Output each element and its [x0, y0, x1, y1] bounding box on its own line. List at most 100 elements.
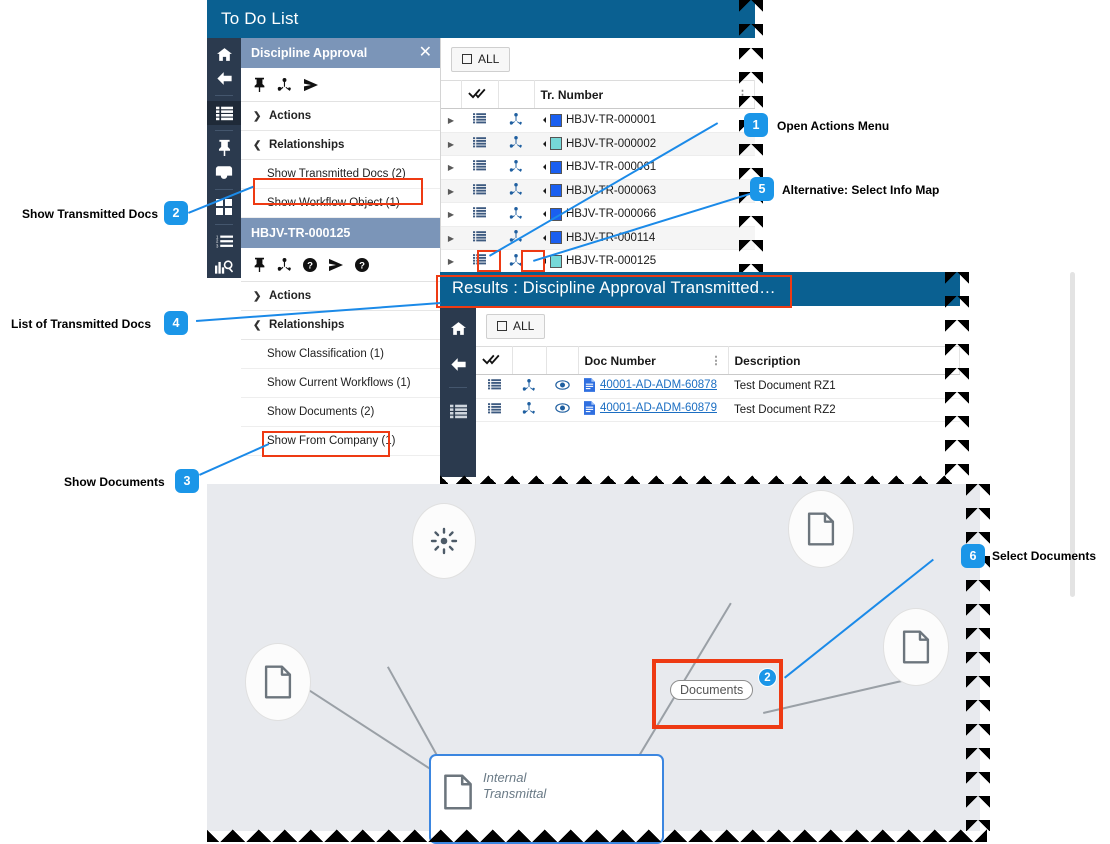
relationship-show-from-company[interactable]: Show From Company (1): [241, 427, 440, 456]
document-node-top[interactable]: [788, 490, 854, 568]
transmittal-entry: HBJV-TR-000001: [540, 113, 656, 127]
sidebar-item-list[interactable]: [441, 393, 475, 429]
tr-number-col-header[interactable]: Tr. Number ⋮: [534, 80, 755, 109]
send-icon[interactable]: [303, 78, 319, 92]
expand-cell[interactable]: ▶: [441, 226, 461, 250]
info-map-icon[interactable]: [277, 257, 292, 272]
chevron-right-icon: ❯: [253, 110, 262, 122]
sidebar-item-pin[interactable]: [207, 136, 241, 160]
chevron-right-icon: ❯: [253, 290, 262, 302]
row-menu-cell[interactable]: [461, 226, 498, 250]
expand-cell[interactable]: ▶: [441, 179, 461, 203]
close-icon[interactable]: ✕: [419, 45, 432, 61]
row-preview-cell[interactable]: [546, 398, 578, 422]
send-icon[interactable]: [328, 258, 344, 272]
row-infomap-cell[interactable]: [512, 374, 546, 399]
row-infomap-cell[interactable]: [498, 155, 534, 180]
relationship-show-documents[interactable]: Show Documents (2): [241, 398, 440, 427]
table-row[interactable]: ▶ HBJV-TR-000114: [441, 226, 755, 250]
relationship-show-workflow-object[interactable]: Show Workflow Object (1): [241, 189, 440, 218]
table-row[interactable]: 40001-AD-ADM-60878 Test Document RZ1: [476, 374, 960, 399]
row-infomap-cell[interactable]: [498, 108, 534, 133]
row-menu-cell[interactable]: [476, 374, 512, 399]
arrow-dot-icon: [540, 187, 546, 194]
tr-number-cell[interactable]: HBJV-TR-000002: [534, 132, 755, 156]
tr-number-cell[interactable]: HBJV-TR-000125: [534, 249, 755, 274]
kebab-menu-icon[interactable]: ⋮: [711, 354, 722, 367]
relationship-show-transmitted-docs[interactable]: Show Transmitted Docs (2): [241, 160, 440, 189]
relationship-show-current-workflows[interactable]: Show Current Workflows (1): [241, 369, 440, 398]
expand-cell[interactable]: ▶: [441, 202, 461, 227]
expand-cell[interactable]: ▶: [441, 249, 461, 274]
doc-number-link[interactable]: 40001-AD-ADM-60878: [600, 379, 717, 391]
sidebar-item-report-search[interactable]: [207, 254, 241, 278]
tr-number-cell[interactable]: HBJV-TR-000001: [534, 108, 755, 133]
actions-accordion-2[interactable]: ❯ Actions: [241, 282, 440, 311]
expand-cell[interactable]: ▶: [441, 132, 461, 156]
caret-right-icon: ▶: [447, 139, 455, 149]
description-col-header[interactable]: Description: [728, 346, 960, 375]
actions-accordion[interactable]: ❯ Actions: [241, 102, 440, 131]
row-infomap-cell[interactable]: [498, 202, 534, 227]
arrow-dot-icon: [540, 211, 546, 218]
help-icon[interactable]: ?: [355, 257, 369, 272]
table-row[interactable]: ▶ HBJV-TR-000125: [441, 249, 755, 274]
pin-icon[interactable]: [253, 77, 266, 92]
screenshot-stage: To Do List 1 2 3 Discipline Approval ✕ ❯…: [0, 0, 1110, 844]
row-infomap-cell[interactable]: [512, 398, 546, 422]
sidebar-item-back[interactable]: [207, 66, 241, 90]
transmittal-entry: HBJV-TR-000002: [540, 137, 656, 151]
sidebar-item-home[interactable]: [207, 42, 241, 66]
row-menu-cell[interactable]: [461, 179, 498, 203]
sidebar-item-list[interactable]: [207, 101, 241, 126]
sidebar-item-inbox[interactable]: [207, 160, 241, 184]
row-menu-cell[interactable]: [476, 398, 512, 422]
sidebar-item-home[interactable]: [441, 310, 475, 346]
tr-number-cell[interactable]: HBJV-TR-000061: [534, 155, 755, 180]
todo-list-window: To Do List 1 2 3 Discipline Approval ✕ ❯…: [207, 0, 763, 456]
asterisk-node[interactable]: [412, 503, 476, 579]
row-infomap-cell[interactable]: [498, 179, 534, 203]
table-row[interactable]: 40001-AD-ADM-60879 Test Document RZ2: [476, 398, 960, 422]
row-infomap-cell[interactable]: [498, 132, 534, 156]
row-infomap-cell[interactable]: [498, 249, 534, 274]
tr-number-label: HBJV-TR-000063: [566, 184, 657, 197]
help-icon[interactable]: ?: [303, 257, 317, 272]
expand-cell[interactable]: ▶: [441, 155, 461, 180]
callout-number-6: 6: [961, 544, 985, 568]
relationships-accordion[interactable]: ❮ Relationships: [241, 131, 440, 160]
document-icon: [264, 665, 292, 699]
doc-number-col-header[interactable]: Doc Number ⋮: [578, 346, 729, 375]
expand-cell[interactable]: ▶: [441, 108, 461, 133]
tr-number-cell[interactable]: HBJV-TR-000063: [534, 179, 755, 203]
sidebar-item-back[interactable]: [441, 346, 475, 382]
doc-number-link[interactable]: 40001-AD-ADM-60879: [600, 402, 717, 414]
torn-edge-right: [945, 272, 969, 477]
relationships-label: Relationships: [269, 139, 345, 151]
row-menu-cell[interactable]: [461, 108, 498, 133]
tr-number-cell[interactable]: HBJV-TR-000066: [534, 202, 755, 227]
document-node-right[interactable]: [883, 608, 949, 686]
select-all-col-header[interactable]: [461, 80, 499, 109]
icon-rail: 1 2 3: [207, 38, 241, 278]
doc-number-cell[interactable]: 40001-AD-ADM-60878: [578, 374, 728, 399]
doc-number-cell[interactable]: 40001-AD-ADM-60879: [578, 398, 728, 422]
sidebar-item-numbered-list[interactable]: 1 2 3: [207, 230, 241, 254]
table-row[interactable]: ▶ HBJV-TR-000002: [441, 132, 755, 156]
results-icon-rail: [440, 306, 476, 477]
all-filter-button[interactable]: ALL: [451, 46, 511, 72]
row-menu-cell[interactable]: [461, 132, 498, 156]
edge-label-documents[interactable]: Documents: [670, 680, 754, 700]
row-menu-cell[interactable]: [461, 202, 498, 227]
table-row[interactable]: ▶ HBJV-TR-000061: [441, 155, 755, 180]
info-map-icon[interactable]: [277, 77, 292, 92]
select-all-col-header[interactable]: [476, 346, 513, 375]
relationship-show-classification[interactable]: Show Classification (1): [241, 340, 440, 369]
row-menu-cell[interactable]: [461, 155, 498, 180]
document-node-left[interactable]: [245, 643, 311, 721]
pin-icon[interactable]: [253, 257, 266, 272]
row-preview-cell[interactable]: [546, 374, 578, 399]
tr-number-cell[interactable]: HBJV-TR-000114: [534, 226, 755, 250]
callout-text: Open Actions Menu: [777, 119, 890, 133]
all-filter-button[interactable]: ALL: [486, 313, 546, 339]
